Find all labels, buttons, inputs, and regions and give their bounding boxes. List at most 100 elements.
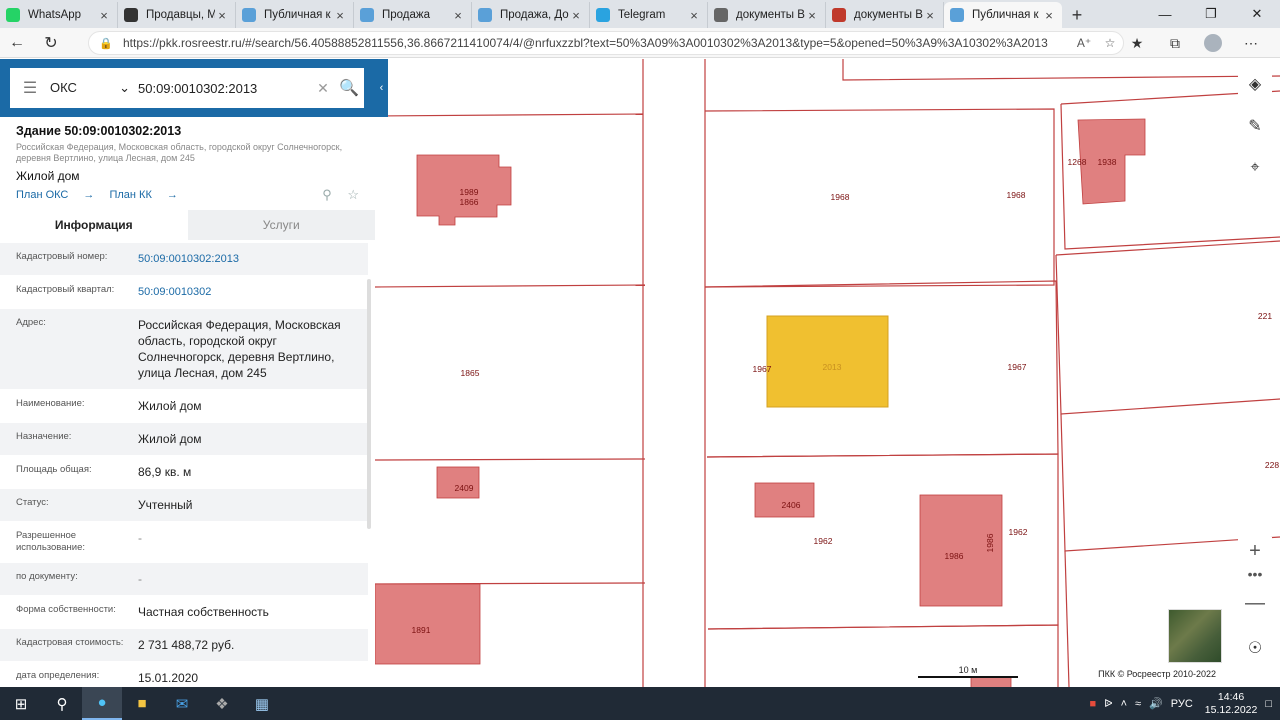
measure-button[interactable]: ✎ [1238,109,1272,143]
browser-tab[interactable]: WhatsApp × [0,2,118,28]
plan-oks-label: План ОКС [16,189,69,201]
video-icon[interactable]: ■ [1089,698,1096,710]
row-label: Разрешенное использование: [16,530,86,553]
read-aloud-icon[interactable]: A⁺ [1071,36,1097,50]
svg-text:1962: 1962 [814,536,833,546]
compass-button[interactable]: ☉ [1238,631,1272,665]
close-tab-icon[interactable]: × [1042,8,1056,23]
browser-tab[interactable]: Продажа × [354,2,472,28]
clear-icon[interactable]: ✕ [312,80,334,97]
reload-button[interactable]: ↻ [34,28,68,58]
layers-button[interactable]: ◈ [1238,67,1272,101]
notification-icon[interactable]: □ [1265,698,1272,710]
url-field[interactable]: 🔒 https://pkk.rosreestr.ru/#/search/56.4… [88,31,1124,55]
windows-logo-icon: ⊞ [14,695,28,713]
browser-tab-label: Telegram [618,9,666,21]
close-tab-icon[interactable]: × [569,8,583,23]
browser-tab[interactable]: Telegram × [590,2,708,28]
zoom-out-button[interactable]: — [1238,589,1272,619]
info-tabs: Информация Услуги [0,210,375,240]
close-tab-icon[interactable]: × [333,8,347,23]
collapse-panel-button[interactable]: ‹ [375,59,388,117]
tab-services[interactable]: Услуги [187,210,375,240]
close-tab-icon[interactable]: × [923,8,937,23]
svg-text:1967: 1967 [753,364,772,374]
minimize-icon[interactable]: — [1142,0,1188,28]
close-tab-icon[interactable]: × [451,8,465,23]
calculator-taskbar-button[interactable]: ▦ [242,687,282,720]
language-indicator[interactable]: РУС [1171,698,1193,710]
zoom-in-button[interactable]: + [1238,537,1272,565]
info-panel: ☰ ОКС ⌄ 50:09:0010302:2013 ✕ 🔍 Здание 50… [0,59,375,687]
close-tab-icon[interactable]: × [97,8,111,23]
browser-tab[interactable]: документы Ве × [826,2,944,28]
start-button[interactable]: ⊞ [0,687,42,720]
lock-icon[interactable]: 🔒 [99,37,113,50]
browser-tab[interactable]: Продавцы, М × [118,2,236,28]
mail-taskbar-button[interactable]: ✉ [162,687,202,720]
search-area-icon[interactable]: ⚲ [322,187,332,202]
edge-taskbar-button[interactable]: ● [82,687,122,720]
search-input[interactable]: 50:09:0010302:2013 [138,81,312,96]
window-controls: — ❐ ✕ [1142,0,1280,28]
layers-icon: ◈ [1248,76,1262,93]
wifi-icon[interactable]: ≈ [1135,698,1141,710]
row-value-link[interactable]: 50:09:0010302 [138,284,368,300]
profile-avatar[interactable] [1194,34,1232,53]
close-tab-icon[interactable]: × [805,8,819,23]
scale-bar: 10 м [918,665,1018,679]
row-value: Учтенный [138,498,193,512]
attributes-table: Кадастровый номер: 50:09:0010302:2013 Када… [0,243,368,687]
collections-icon[interactable]: ⧉ [1156,35,1194,52]
search-type-label: ОКС [50,80,77,95]
browser-tab-label: Публичная к [972,9,1039,21]
table-row: дата определения: 15.01.2020 [0,662,368,687]
row-label: Статус: [16,497,49,508]
browser-tab[interactable]: Публичная к × [944,2,1062,28]
row-value-link[interactable]: 50:09:0010302:2013 [138,251,368,267]
volume-icon[interactable]: 🔊 [1149,697,1163,710]
browser-tab[interactable]: документы Ве × [708,2,826,28]
cadastral-map[interactable]: 1989 1866 1268 1938 1968 1968 1865 1967 … [375,59,1280,687]
star-icon[interactable]: ☆ [347,187,359,202]
search-taskbar-button[interactable]: ⚲ [42,687,82,720]
close-window-icon[interactable]: ✕ [1234,0,1280,28]
clock[interactable]: 14:46 15.12.2022 [1205,691,1258,717]
table-row: Кадастровый квартал: 50:09:0010302 [0,276,368,309]
search-type-select[interactable]: ОКС ⌄ [50,80,138,96]
tab-information[interactable]: Информация [0,210,188,240]
svg-text:2406: 2406 [782,500,801,510]
plan-kk-link[interactable]: План КК → [109,189,177,201]
map-canvas[interactable]: 1989 1866 1268 1938 1968 1968 1865 1967 … [375,59,1280,687]
row-value: Жилой дом [138,399,202,413]
close-tab-icon[interactable]: × [687,8,701,23]
back-button[interactable]: ← [0,28,34,58]
new-tab-button[interactable]: + [1062,2,1092,28]
browser-tab[interactable]: Публичная к × [236,2,354,28]
chevron-left-icon: ‹ [379,82,384,94]
row-value: 86,9 кв. м [138,465,192,479]
doc-icon [714,8,728,22]
row-value: - [138,531,142,545]
url-text: https://pkk.rosreestr.ru/#/search/56.405… [123,36,1048,50]
browser-tab[interactable]: Продажа, До × [472,2,590,28]
panel-scrollbar[interactable] [367,279,371,529]
more-tools-button[interactable]: ••• [1238,565,1272,589]
address-bar: ← ↻ 🔒 https://pkk.rosreestr.ru/#/search/… [0,28,1280,58]
more-menu-icon[interactable]: ⋯ [1232,35,1270,52]
svg-text:228: 228 [1265,460,1279,470]
restore-icon[interactable]: ❐ [1188,0,1234,28]
pkk-icon [478,8,492,22]
explorer-taskbar-button[interactable]: ■ [122,687,162,720]
plan-oks-link[interactable]: План ОКС → [16,189,94,201]
favorites-icon[interactable]: ★ [1118,35,1156,52]
locate-button[interactable]: ⌖ [1238,151,1272,185]
svg-text:1866: 1866 [460,197,479,207]
satellite-minimap[interactable] [1168,609,1222,663]
bluetooth-icon[interactable]: ᐉ [1104,697,1112,710]
app-taskbar-button[interactable]: ❖ [202,687,242,720]
search-icon[interactable]: 🔍 [334,78,364,98]
close-tab-icon[interactable]: × [215,8,229,23]
up-arrow-icon[interactable]: ˄ [1121,698,1127,710]
menu-icon[interactable]: ☰ [10,78,50,98]
